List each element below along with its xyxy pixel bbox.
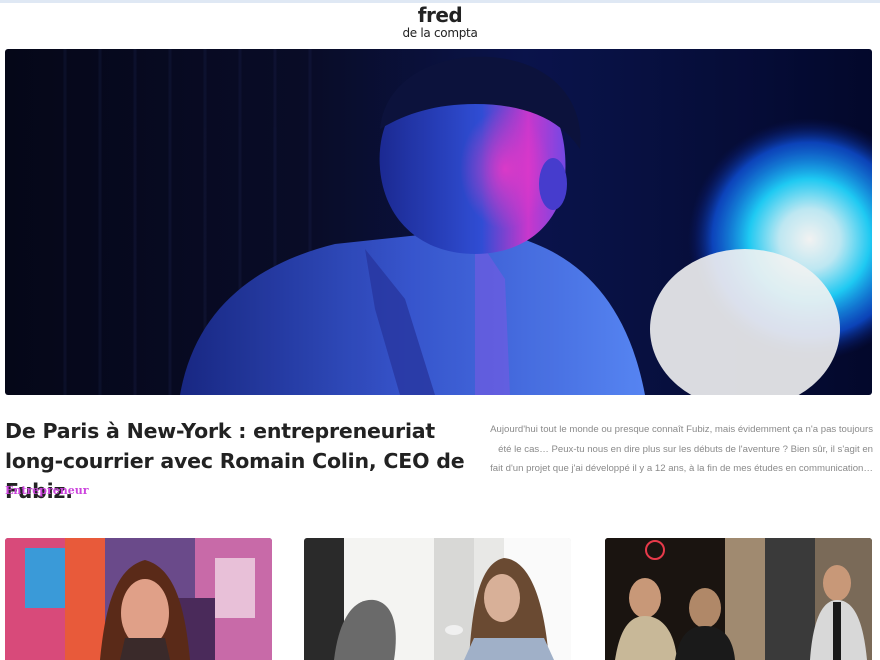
article-card-3[interactable] [605,538,872,660]
featured-hero-image[interactable] [5,49,872,395]
logo-sub-text: de la compta [402,26,478,40]
men-restaurant-photo [605,538,872,660]
hero-photo-portrait [5,49,872,395]
logo-main-text: fred [417,3,463,27]
woman-phone-cafe-photo [304,538,571,660]
category-link[interactable]: Entrepreneur [5,484,89,497]
article-card-2[interactable] [304,538,571,660]
article-card-1[interactable] [5,538,272,660]
article-excerpt: Aujourd'hui tout le monde ou presque con… [490,424,873,474]
woman-graffiti-photo [5,538,272,660]
site-logo[interactable]: fred de la compta [0,3,880,43]
